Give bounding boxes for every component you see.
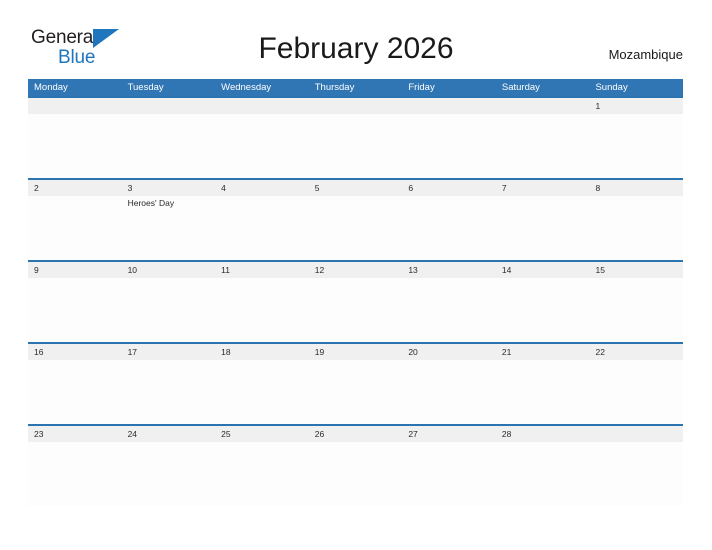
day-cell[interactable] [589, 114, 683, 178]
day-cell[interactable] [309, 196, 403, 260]
day-cell[interactable] [496, 442, 590, 506]
day-number[interactable]: 22 [589, 344, 683, 360]
day-cell[interactable] [402, 114, 496, 178]
day-cell[interactable] [309, 114, 403, 178]
day-cell[interactable] [589, 360, 683, 424]
day-number[interactable]: 20 [402, 344, 496, 360]
week-event-band [28, 360, 683, 424]
day-number[interactable]: 18 [215, 344, 309, 360]
day-cell[interactable] [28, 278, 122, 342]
day-cell[interactable] [309, 442, 403, 506]
week-date-band: 1 [28, 98, 683, 114]
day-cell[interactable] [28, 196, 122, 260]
day-number[interactable] [402, 98, 496, 114]
day-number[interactable]: 23 [28, 426, 122, 442]
page-header: General Blue February 2026 Mozambique [0, 0, 712, 67]
day-cell[interactable] [496, 360, 590, 424]
day-cell[interactable] [589, 442, 683, 506]
day-cell[interactable] [215, 114, 309, 178]
day-number[interactable] [28, 98, 122, 114]
week-event-band [28, 278, 683, 342]
day-cell[interactable] [402, 442, 496, 506]
day-cell[interactable] [122, 278, 216, 342]
day-event-label: Heroes' Day [127, 198, 175, 208]
day-cell[interactable] [402, 278, 496, 342]
day-number[interactable]: 11 [215, 262, 309, 278]
day-number[interactable]: 24 [122, 426, 216, 442]
day-number[interactable] [215, 98, 309, 114]
week-date-band: 2 3 4 5 6 7 8 [28, 180, 683, 196]
day-number[interactable]: 8 [589, 180, 683, 196]
day-cell[interactable] [28, 442, 122, 506]
week-date-band: 9 10 11 12 13 14 15 [28, 262, 683, 278]
day-number[interactable]: 10 [122, 262, 216, 278]
day-number[interactable]: 14 [496, 262, 590, 278]
weekday-header-row: Monday Tuesday Wednesday Thursday Friday… [28, 79, 683, 96]
day-cell[interactable]: Heroes' Day [122, 196, 216, 260]
day-cell[interactable] [122, 442, 216, 506]
calendar-grid: Monday Tuesday Wednesday Thursday Friday… [28, 79, 683, 506]
week-date-band: 23 24 25 26 27 28 [28, 426, 683, 442]
day-cell[interactable] [589, 278, 683, 342]
weekday-header-saturday: Saturday [501, 82, 540, 93]
day-cell[interactable] [309, 278, 403, 342]
page-title: February 2026 [258, 32, 454, 65]
day-number[interactable]: 17 [122, 344, 216, 360]
day-number[interactable] [309, 98, 403, 114]
week-event-band [28, 114, 683, 178]
day-number[interactable]: 7 [496, 180, 590, 196]
weekday-header-sunday: Sunday [595, 82, 628, 93]
day-cell[interactable] [215, 278, 309, 342]
weekday-header-monday: Monday [34, 82, 68, 93]
day-number[interactable] [122, 98, 216, 114]
calendar-week-row: 16 17 18 19 20 21 22 [28, 342, 683, 424]
calendar-week-row: 2 3 4 5 6 7 8 Heroes' Day [28, 178, 683, 260]
day-number[interactable]: 2 [28, 180, 122, 196]
day-cell[interactable] [496, 196, 590, 260]
weekday-header-wednesday: Wednesday [221, 82, 272, 93]
weekday-header-friday: Friday [408, 82, 435, 93]
day-number[interactable]: 19 [309, 344, 403, 360]
day-number[interactable] [589, 426, 683, 442]
day-number[interactable]: 6 [402, 180, 496, 196]
day-cell[interactable] [122, 360, 216, 424]
day-cell[interactable] [28, 114, 122, 178]
day-cell[interactable] [215, 442, 309, 506]
day-number[interactable]: 13 [402, 262, 496, 278]
calendar-week-row: 1 [28, 96, 683, 178]
day-number[interactable]: 1 [589, 98, 683, 114]
country-label: Mozambique [608, 47, 683, 62]
day-number[interactable]: 15 [589, 262, 683, 278]
day-number[interactable]: 28 [496, 426, 590, 442]
day-cell[interactable] [496, 278, 590, 342]
day-cell[interactable] [402, 360, 496, 424]
weekday-header-thursday: Thursday [314, 82, 355, 93]
week-event-band: Heroes' Day [28, 196, 683, 260]
day-cell[interactable] [589, 196, 683, 260]
week-date-band: 16 17 18 19 20 21 22 [28, 344, 683, 360]
week-event-band [28, 442, 683, 506]
day-number[interactable]: 16 [28, 344, 122, 360]
day-number[interactable]: 25 [215, 426, 309, 442]
calendar-week-row: 9 10 11 12 13 14 15 [28, 260, 683, 342]
day-cell[interactable] [215, 360, 309, 424]
day-cell[interactable] [215, 196, 309, 260]
day-cell[interactable] [28, 360, 122, 424]
day-number[interactable]: 21 [496, 344, 590, 360]
day-cell[interactable] [402, 196, 496, 260]
day-cell[interactable] [122, 114, 216, 178]
weekday-header-tuesday: Tuesday [127, 82, 164, 93]
day-cell[interactable] [496, 114, 590, 178]
day-number[interactable]: 27 [402, 426, 496, 442]
day-number[interactable] [496, 98, 590, 114]
day-number[interactable]: 12 [309, 262, 403, 278]
day-number[interactable]: 5 [309, 180, 403, 196]
day-number[interactable]: 4 [215, 180, 309, 196]
day-number[interactable]: 3 [122, 180, 216, 196]
calendar-week-row: 23 24 25 26 27 28 [28, 424, 683, 506]
day-number[interactable]: 9 [28, 262, 122, 278]
day-number[interactable]: 26 [309, 426, 403, 442]
day-cell[interactable] [309, 360, 403, 424]
